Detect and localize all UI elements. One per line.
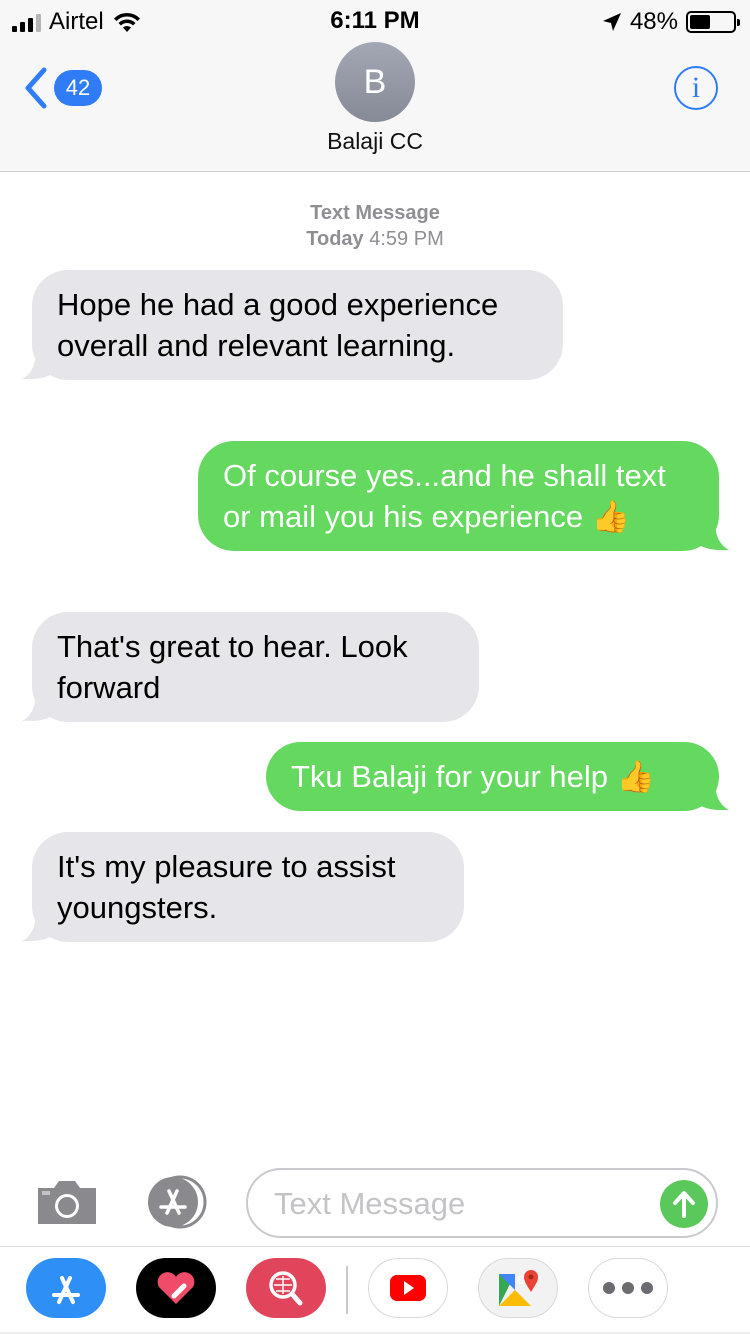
conversation-header: 42 B Balaji CC i bbox=[0, 40, 750, 172]
battery-icon bbox=[686, 11, 740, 33]
bubble-tail bbox=[699, 521, 729, 551]
message-bubble-incoming[interactable]: That's great to hear. Look forward bbox=[22, 612, 479, 722]
message-bubble-outgoing[interactable]: Tku Balaji for your help 👍 bbox=[266, 742, 729, 811]
message-text: Of course yes...and he shall text or mai… bbox=[223, 458, 666, 534]
chevron-left-icon bbox=[25, 67, 47, 109]
camera-icon[interactable] bbox=[34, 1178, 100, 1226]
send-button[interactable] bbox=[660, 1180, 708, 1228]
message-bubble-incoming[interactable]: It's my pleasure to assist youngsters. bbox=[22, 832, 464, 942]
message-text: Tku Balaji for your help 👍 bbox=[291, 759, 656, 794]
digital-touch-app[interactable] bbox=[136, 1258, 216, 1318]
location-arrow-icon bbox=[602, 13, 621, 31]
time-label: 4:59 PM bbox=[369, 228, 444, 250]
message-bubble-incoming[interactable]: Hope he had a good experience overall an… bbox=[22, 270, 563, 380]
message-text: That's great to hear. Look forward bbox=[57, 629, 408, 705]
youtube-icon bbox=[390, 1275, 426, 1301]
app-drawer-divider bbox=[0, 1246, 750, 1247]
date-time-line: Today 4:59 PM bbox=[0, 226, 750, 252]
app-strip-separator bbox=[346, 1266, 348, 1314]
bubble-tail bbox=[22, 350, 52, 380]
bubble-tail bbox=[22, 912, 52, 942]
message-bubble-outgoing[interactable]: Of course yes...and he shall text or mai… bbox=[198, 441, 729, 551]
battery-percent: 48% bbox=[629, 8, 678, 35]
message-input[interactable] bbox=[274, 1182, 654, 1226]
back-button[interactable]: 42 bbox=[22, 66, 102, 110]
arrow-up-icon bbox=[673, 1191, 695, 1218]
conversation-timestamp: Text Message Today 4:59 PM bbox=[0, 200, 750, 252]
status-right: 48% bbox=[602, 8, 740, 36]
message-text: Hope he had a good experience overall an… bbox=[57, 287, 499, 363]
digital-touch-icon bbox=[157, 1272, 195, 1304]
status-bar: Airtel 6:11 PM 48% bbox=[0, 0, 750, 40]
search-images-icon bbox=[269, 1271, 303, 1306]
unread-count-badge: 42 bbox=[54, 70, 102, 106]
apps-toggle-icon[interactable] bbox=[138, 1175, 212, 1229]
message-text: It's my pleasure to assist youngsters. bbox=[57, 849, 396, 925]
bubble-tail bbox=[699, 781, 729, 811]
date-label: Today bbox=[306, 228, 364, 250]
contact-name[interactable]: Balaji CC bbox=[0, 128, 750, 155]
more-apps-icon bbox=[603, 1282, 653, 1294]
app-store-icon bbox=[52, 1276, 80, 1304]
message-input-container bbox=[246, 1168, 718, 1238]
channel-label: Text Message bbox=[310, 202, 440, 224]
contact-avatar[interactable]: B bbox=[335, 42, 415, 122]
search-images-app[interactable] bbox=[246, 1258, 326, 1318]
google-maps-icon: G bbox=[499, 1270, 538, 1306]
info-button[interactable]: i bbox=[674, 66, 718, 110]
more-apps-button[interactable] bbox=[588, 1258, 668, 1318]
app-store-app[interactable] bbox=[26, 1258, 106, 1318]
bubble-tail bbox=[22, 692, 52, 722]
imessage-app-drawer: G bbox=[0, 1258, 750, 1320]
battery-fill bbox=[690, 15, 711, 29]
google-maps-app[interactable]: G bbox=[478, 1258, 558, 1318]
youtube-app[interactable] bbox=[368, 1258, 448, 1318]
info-icon: i bbox=[691, 71, 701, 104]
